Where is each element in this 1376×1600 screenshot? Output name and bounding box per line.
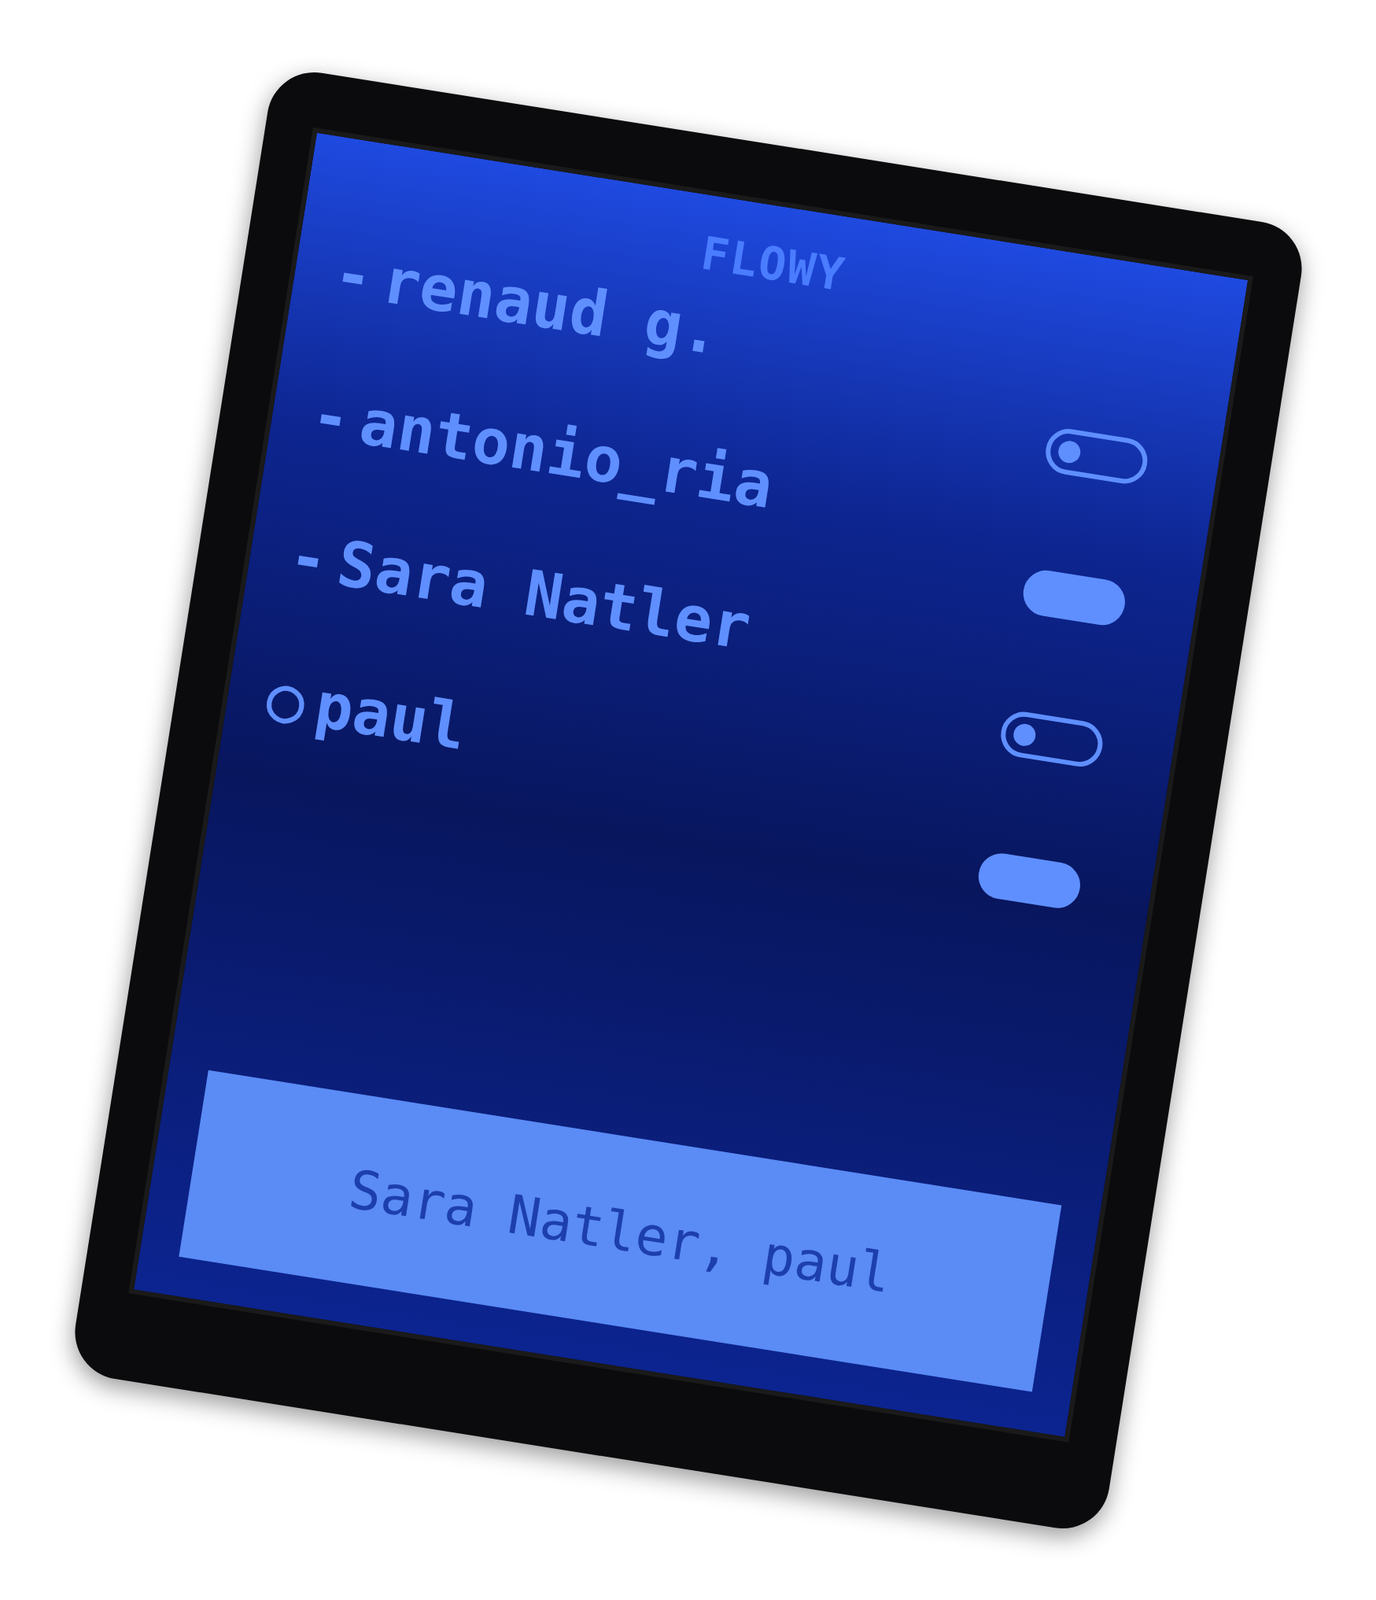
- contact-name: ○paul: [261, 662, 1126, 867]
- photo-background: FLOWY -renaud g. -antonio_ria -Sara Natl…: [0, 0, 1376, 1600]
- selection-text: Sara Natler, paul: [344, 1156, 896, 1304]
- toggle-knob: [1056, 438, 1082, 465]
- contact-toggle[interactable]: [997, 708, 1106, 770]
- contact-toggle[interactable]: [1019, 566, 1128, 628]
- contact-marker: -: [328, 235, 378, 314]
- device-case: FLOWY -renaud g. -antonio_ria -Sara Natl…: [67, 65, 1308, 1535]
- selection-bar[interactable]: Sara Natler, paul: [178, 1069, 1062, 1391]
- screen: FLOWY -renaud g. -antonio_ria -Sara Natl…: [128, 126, 1254, 1442]
- contact-toggle[interactable]: [1042, 424, 1151, 487]
- contact-list: -renaud g. -antonio_ria -Sara Natler ○pa…: [207, 237, 1193, 1205]
- contact-marker: ○: [261, 660, 310, 738]
- toggle-knob: [1011, 721, 1037, 747]
- contact-marker: -: [284, 518, 333, 597]
- contact-row: ○paul: [254, 662, 1126, 916]
- contact-toggle[interactable]: [974, 849, 1083, 912]
- contact-marker: -: [306, 376, 355, 455]
